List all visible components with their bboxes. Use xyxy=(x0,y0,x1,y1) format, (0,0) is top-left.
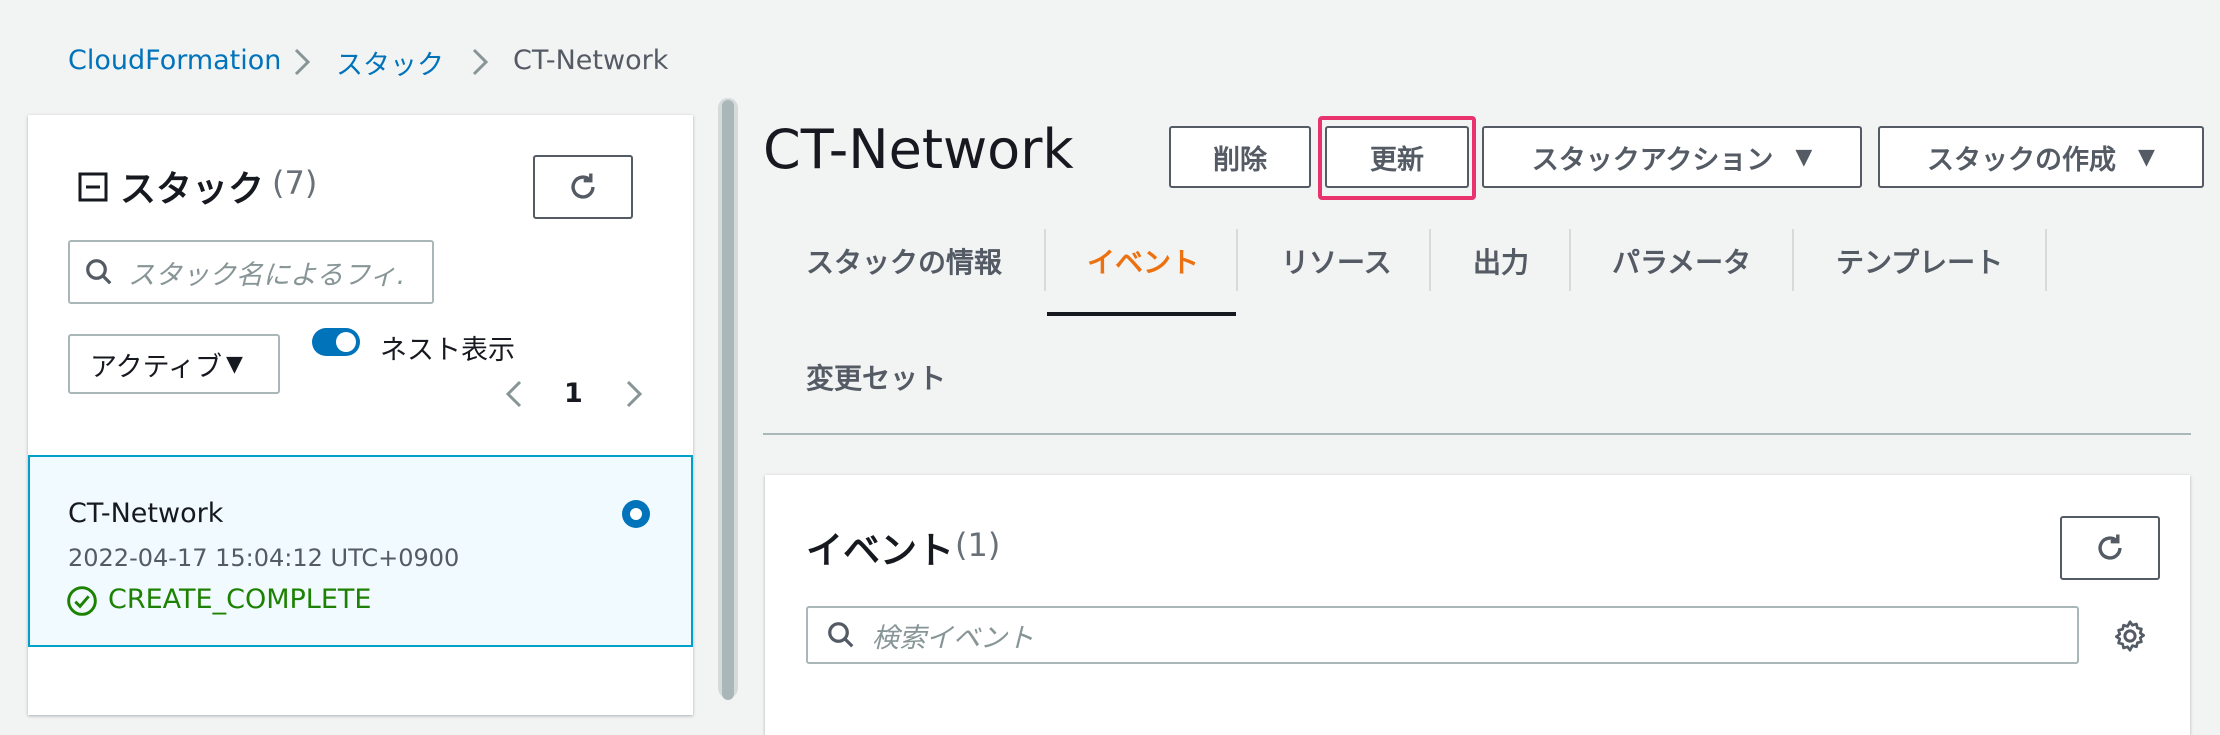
delete-button-label: 削除 xyxy=(1213,144,1267,176)
breadcrumb-current: CT-Network xyxy=(513,45,669,76)
scrollbar-thumb[interactable] xyxy=(722,100,734,700)
stack-timestamp: 2022-04-17 15:04:12 UTC+0900 xyxy=(68,544,460,572)
breadcrumb-cloudformation-link[interactable]: CloudFormation xyxy=(68,45,281,76)
tab-divider xyxy=(1429,229,1431,291)
stack-actions-button[interactable]: スタックアクション ▼ xyxy=(1482,126,1862,188)
refresh-stacks-button[interactable] xyxy=(533,155,633,219)
stack-search-placeholder: スタック名によるフィ. xyxy=(128,259,406,291)
tab-events[interactable]: イベント xyxy=(1087,241,1199,281)
tab-parameters[interactable]: パラメータ xyxy=(1612,241,1751,281)
page-title: CT-Network xyxy=(763,118,1074,181)
create-stack-label: スタックの作成 xyxy=(1927,144,2117,176)
search-icon xyxy=(828,622,854,648)
stack-name: CT-Network xyxy=(68,498,224,529)
events-panel xyxy=(765,475,2190,735)
tab-divider xyxy=(1792,229,1794,291)
events-search-placeholder: 検索イベント xyxy=(872,622,1034,654)
caret-down-icon: ▼ xyxy=(226,351,243,377)
status-filter-value: アクティブ xyxy=(90,351,223,383)
chevron-right-icon xyxy=(472,48,489,76)
search-icon xyxy=(86,259,112,285)
success-check-icon xyxy=(67,586,97,616)
delete-button[interactable]: 削除 xyxy=(1169,126,1311,188)
breadcrumb-stacks-link[interactable]: スタック xyxy=(336,43,444,82)
caret-down-icon: ▼ xyxy=(2138,144,2155,170)
stack-actions-label: スタックアクション xyxy=(1531,144,1774,176)
chevron-right-icon xyxy=(294,48,311,76)
stack-search-input[interactable]: スタック名によるフィ. xyxy=(68,240,434,304)
tab-divider xyxy=(2045,229,2047,291)
nested-toggle[interactable] xyxy=(312,328,360,356)
chevron-right-icon[interactable] xyxy=(624,378,644,410)
stack-count: (7) xyxy=(272,164,318,202)
stack-list-title: スタック xyxy=(120,169,265,210)
chevron-left-icon[interactable] xyxy=(504,378,524,410)
active-tab-indicator xyxy=(1047,312,1236,316)
tab-resources[interactable]: リソース xyxy=(1281,241,1392,281)
tabs-bottom-border xyxy=(763,433,2191,435)
refresh-icon xyxy=(571,173,595,199)
status-filter-select[interactable]: アクティブ ▼ xyxy=(68,334,280,394)
caret-down-icon: ▼ xyxy=(1795,144,1813,170)
tab-divider xyxy=(1236,229,1238,291)
update-button[interactable]: 更新 xyxy=(1325,126,1469,188)
events-search-input[interactable]: 検索イベント xyxy=(806,606,2079,664)
tab-divider xyxy=(1569,229,1571,291)
refresh-icon xyxy=(2098,534,2122,560)
create-stack-button[interactable]: スタックの作成 ▼ xyxy=(1878,126,2204,188)
gear-icon[interactable] xyxy=(2112,618,2148,654)
page-number[interactable]: 1 xyxy=(564,378,583,409)
tab-divider xyxy=(1044,229,1046,291)
refresh-events-button[interactable] xyxy=(2060,516,2160,580)
collapse-icon[interactable] xyxy=(78,172,108,202)
stack-status: CREATE_COMPLETE xyxy=(108,584,372,615)
events-title: イベント xyxy=(806,529,954,572)
update-button-label: 更新 xyxy=(1370,144,1424,176)
tab-stack-info[interactable]: スタックの情報 xyxy=(806,241,1002,281)
events-count: (1) xyxy=(955,526,1001,564)
tab-change-sets[interactable]: 変更セット xyxy=(806,357,946,397)
stack-select-radio[interactable] xyxy=(622,500,650,528)
tab-outputs[interactable]: 出力 xyxy=(1473,241,1529,281)
nested-toggle-label: ネスト表示 xyxy=(380,335,515,366)
tab-template[interactable]: テンプレート xyxy=(1836,241,2003,281)
